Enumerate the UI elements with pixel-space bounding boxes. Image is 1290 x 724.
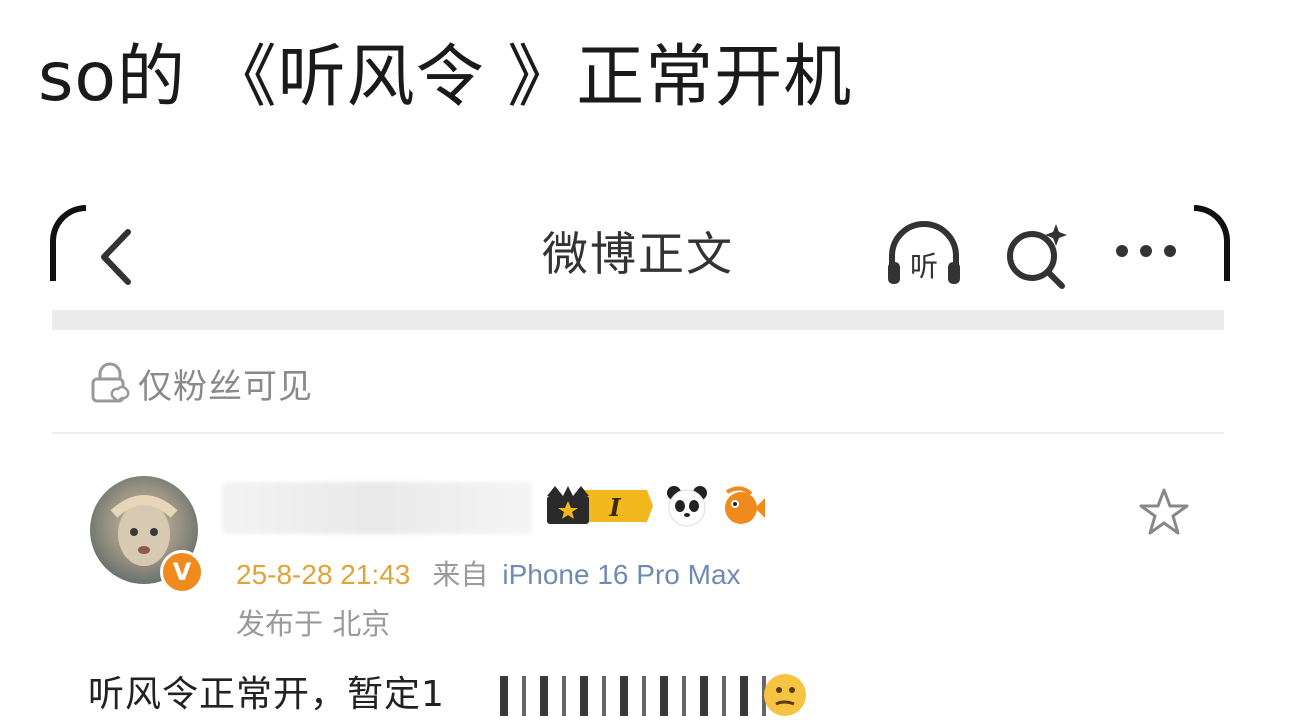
post-meta: 25-8-28 21:43 来自 iPhone 16 Pro Max — [236, 556, 741, 594]
thinking-face-icon — [764, 674, 806, 716]
more-icon[interactable] — [1112, 236, 1182, 266]
verified-badge: V — [160, 550, 204, 594]
post-body: 听风令正常开，暂定1 — [88, 674, 445, 715]
nav-bar: 微博正文 听 — [52, 212, 1224, 302]
panda-icon[interactable] — [665, 484, 709, 528]
headline: so的 《听风令 》正常开机 — [38, 38, 853, 117]
level-badge-label: I — [608, 493, 621, 522]
from-label: 来自 — [432, 559, 489, 590]
crown-badge-icon[interactable]: I — [543, 484, 653, 528]
device-name[interactable]: iPhone 16 Pro Max — [502, 559, 740, 590]
fish-icon[interactable] — [721, 484, 765, 528]
section-divider — [52, 310, 1224, 330]
redacted-text — [500, 676, 780, 716]
visibility-notice: 仅粉丝可见 — [88, 356, 313, 410]
divider — [52, 432, 1224, 434]
post-location: 发布于 北京 — [236, 607, 391, 641]
search-icon[interactable] — [1002, 220, 1072, 290]
user-badges: I — [543, 484, 765, 528]
star-icon[interactable] — [1138, 486, 1190, 538]
listen-icon-label: 听 — [910, 250, 938, 283]
username-redacted[interactable] — [222, 482, 532, 534]
post-timestamp: 25-8-28 21:43 — [236, 559, 411, 590]
listen-icon[interactable]: 听 — [884, 218, 964, 290]
lock-icon — [91, 362, 130, 403]
visibility-label: 仅粉丝可见 — [138, 366, 313, 407]
